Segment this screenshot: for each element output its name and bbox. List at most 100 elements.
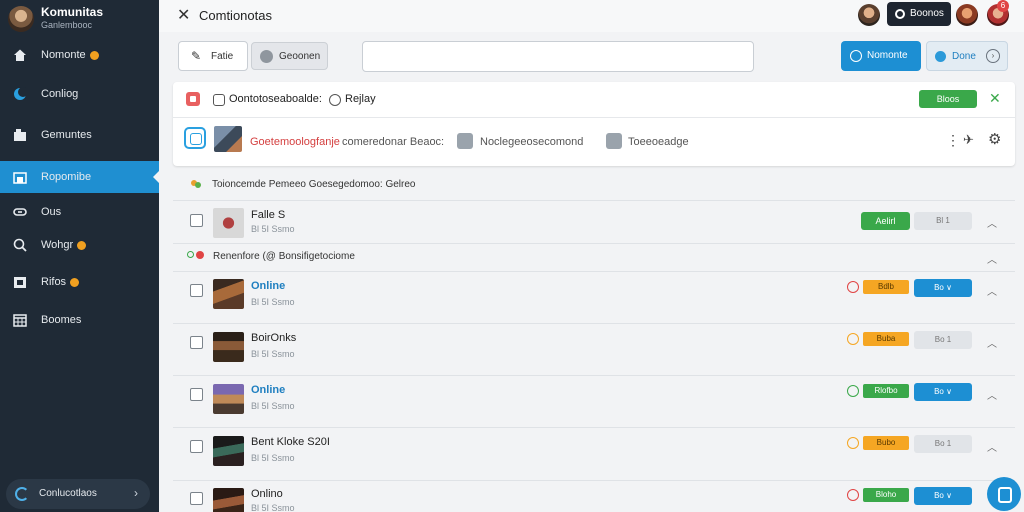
status-pill: Bdlb bbox=[863, 280, 909, 294]
avatar bbox=[8, 6, 34, 32]
section-heading: Toioncemde Pemeeo Goesegedomoo: Gelreo bbox=[212, 179, 416, 190]
action-pill[interactable]: Bo 1 bbox=[914, 435, 972, 453]
list-item[interactable]: Online Bl 5I Ssmo Bdlb Bo ∨ ︿ bbox=[173, 271, 1015, 324]
search-icon bbox=[13, 238, 27, 252]
chat-fab-button[interactable] bbox=[987, 477, 1021, 511]
sidebar: Komunitas Ganlembooc Nomonte Conliog Gem… bbox=[0, 0, 159, 512]
secondary-button[interactable]: Geoonen bbox=[251, 42, 328, 70]
status-button[interactable]: Aelirl bbox=[861, 212, 910, 230]
store-icon bbox=[13, 172, 27, 184]
sidebar-item-ropomibe[interactable]: Ropomibe bbox=[0, 161, 159, 193]
chevron-up-icon[interactable]: ︿ bbox=[987, 439, 997, 454]
sidebar-item-wohgr[interactable]: Wohgr bbox=[0, 229, 159, 261]
action-select[interactable]: Bo ∨ bbox=[914, 279, 972, 297]
close-icon[interactable]: ✕ bbox=[177, 5, 190, 25]
primary-button-label: Nomonte bbox=[867, 50, 908, 61]
sidebar-item-nomonte[interactable]: Nomonte bbox=[0, 39, 159, 71]
status-dot-icon bbox=[847, 385, 859, 397]
tag-icon bbox=[606, 133, 622, 149]
row-checkbox[interactable] bbox=[190, 284, 203, 297]
status-dot-icon bbox=[847, 489, 859, 501]
row-checkbox[interactable] bbox=[190, 388, 203, 401]
sidebar-item-rifos[interactable]: Rifos bbox=[0, 266, 159, 298]
chevron-right-icon: › bbox=[134, 486, 138, 500]
chevron-up-icon[interactable]: ︿ bbox=[987, 387, 997, 402]
sidebar-item-conliog[interactable]: Conliog bbox=[0, 78, 159, 110]
close-icon[interactable]: ✕ bbox=[989, 90, 1001, 107]
row-thumbnail bbox=[213, 208, 244, 238]
row-checkbox[interactable] bbox=[190, 336, 203, 349]
row-title[interactable]: Online bbox=[251, 280, 285, 292]
sidebar-item-ous[interactable]: Ous bbox=[0, 196, 159, 228]
sidebar-title: Komunitas bbox=[41, 5, 104, 19]
list-item[interactable]: Falle S Bl 5I Ssmo Aelirl Bl 1 ︿ bbox=[173, 200, 1015, 244]
row-meta: Bl 5I Ssmo bbox=[251, 297, 295, 307]
user-avatar[interactable] bbox=[956, 4, 978, 26]
primary-action-button[interactable]: Nomonte bbox=[841, 41, 921, 71]
chevron-right-icon: › bbox=[986, 49, 1000, 63]
box-icon bbox=[213, 94, 225, 106]
row-title[interactable]: Bent Kloke S20I bbox=[251, 436, 330, 448]
edit-button[interactable]: ✎ Fatie bbox=[178, 41, 248, 71]
row-meta: Bl 5I Ssmo bbox=[251, 503, 295, 512]
confirm-button[interactable]: Bloos bbox=[919, 90, 977, 108]
card-header-row: Oontotoseaboalde: Rejlay Bloos ✕ bbox=[173, 82, 1015, 118]
chevron-up-icon[interactable]: ︿ bbox=[987, 335, 997, 350]
chevron-up-icon[interactable]: ︿ bbox=[987, 215, 997, 230]
sidebar-item-label: Gemuntes bbox=[41, 129, 92, 141]
folder-icon bbox=[14, 277, 26, 288]
row-title[interactable]: BoirOnks bbox=[251, 332, 296, 344]
more-options-icon[interactable]: ⋮ bbox=[946, 132, 960, 149]
action-pill[interactable]: Bl 1 bbox=[914, 212, 972, 230]
action-select[interactable]: Bo ∨ bbox=[914, 383, 972, 401]
row-title[interactable]: Onlino bbox=[251, 488, 283, 500]
user-avatar[interactable] bbox=[858, 4, 880, 26]
notification-card: Oontotoseaboalde: Rejlay Bloos ✕ Goetemo… bbox=[173, 82, 1015, 166]
status-pill: Rlofbo bbox=[863, 384, 909, 398]
sidebar-item-label: Ropomibe bbox=[41, 171, 92, 183]
edit-button-label: Fatie bbox=[211, 51, 234, 62]
sidebar-footer-button[interactable]: Conlucotlaos › bbox=[6, 479, 150, 509]
status-pill: Bloho bbox=[863, 488, 909, 502]
sidebar-footer-label: Conlucotlaos bbox=[39, 488, 97, 499]
check-icon bbox=[457, 133, 473, 149]
row-meta: Bl 5I Ssmo bbox=[251, 349, 295, 359]
row-checkbox[interactable] bbox=[190, 440, 203, 453]
reply-link[interactable]: Rejlay bbox=[345, 93, 376, 105]
pencil-icon: ✎ bbox=[191, 49, 202, 63]
sidebar-item-gemuntes[interactable]: Gemuntes bbox=[0, 119, 159, 151]
status-dot-icon bbox=[847, 333, 859, 345]
sidebar-item-label: Nomonte bbox=[41, 49, 86, 61]
building-icon bbox=[14, 129, 26, 141]
sidebar-item-boomes[interactable]: Boomes bbox=[0, 304, 159, 336]
sidebar-header[interactable]: Komunitas Ganlembooc bbox=[8, 4, 158, 32]
thumbnail-image bbox=[214, 126, 242, 152]
action-select[interactable]: Bo ∨ bbox=[914, 487, 972, 505]
list-item[interactable]: BoirOnks Bl 5I Ssmo Buba Bo 1 ︿ bbox=[173, 324, 1015, 376]
chevron-up-icon[interactable]: ︿ bbox=[987, 283, 997, 298]
card-detail-text: Toeeoeadge bbox=[628, 136, 689, 148]
secondary-button-label: Geoonen bbox=[279, 51, 321, 62]
row-checkbox[interactable] bbox=[190, 492, 203, 505]
list-item[interactable]: Onlino Bl 5I Ssmo Bloho Bo ∨ bbox=[173, 481, 1015, 512]
list-item[interactable]: Online Bl 5I Ssmo Rlofbo Bo ∨ ︿ bbox=[173, 376, 1015, 428]
card-header-text: Oontotoseaboalde: bbox=[229, 93, 322, 105]
notification-dot bbox=[70, 277, 80, 287]
row-meta: Bl 5I Ssmo bbox=[251, 453, 295, 463]
pin-icon[interactable]: ✈ bbox=[963, 132, 974, 148]
notification-dot bbox=[89, 50, 99, 60]
search-input[interactable] bbox=[362, 41, 754, 72]
refresh-icon bbox=[15, 487, 29, 501]
status-ring-icon bbox=[895, 9, 905, 19]
chevron-up-icon[interactable]: ︿ bbox=[987, 251, 997, 266]
row-checkbox[interactable] bbox=[190, 214, 203, 227]
clock-icon bbox=[850, 50, 862, 62]
list-item[interactable]: Bent Kloke S20I Bl 5I Ssmo Bubo Bo 1 ︿ bbox=[173, 428, 1015, 481]
done-button[interactable]: Done › bbox=[926, 41, 1008, 71]
home-icon bbox=[14, 49, 26, 61]
action-pill[interactable]: Bo 1 bbox=[914, 331, 972, 349]
row-title[interactable]: Falle S bbox=[251, 209, 285, 221]
account-pill[interactable]: Boonos bbox=[887, 2, 951, 26]
row-title[interactable]: Online bbox=[251, 384, 285, 396]
gear-icon[interactable]: ⚙ bbox=[988, 130, 1001, 148]
